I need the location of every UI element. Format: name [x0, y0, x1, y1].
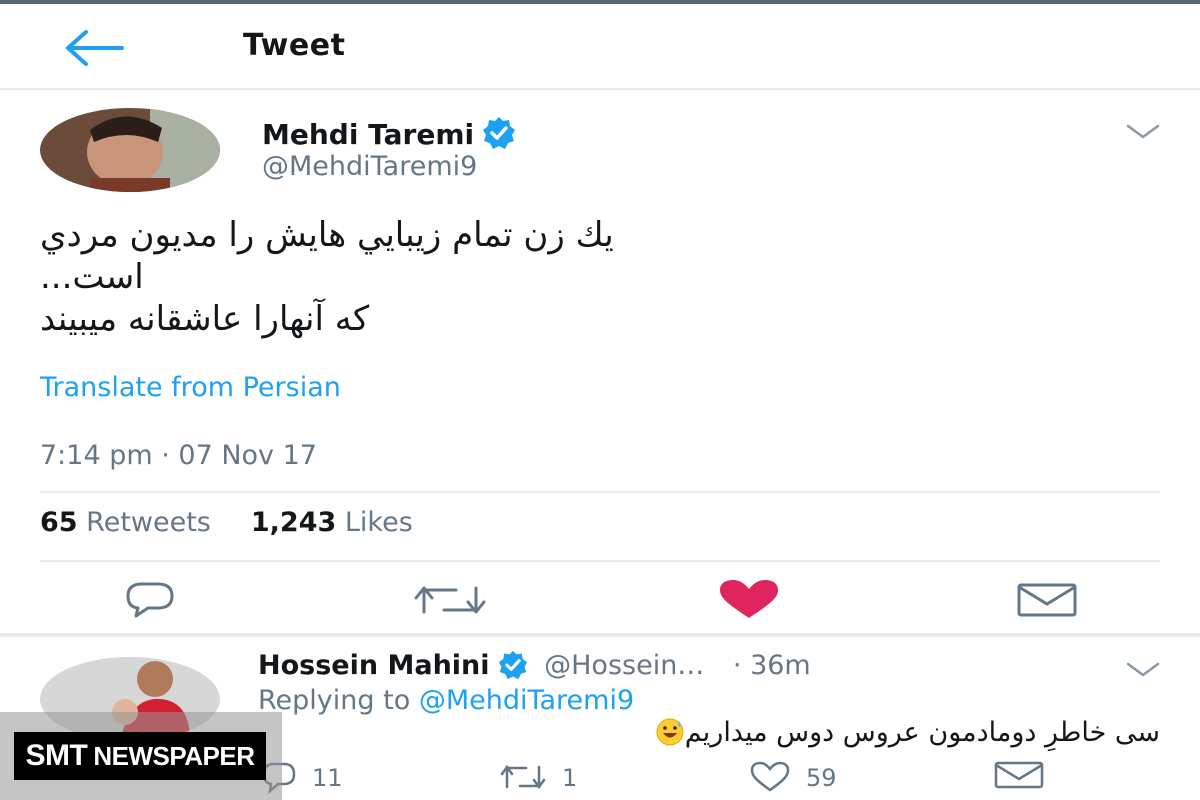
watermark: SMT NEWSPAPER [0, 712, 282, 800]
chevron-down-icon[interactable] [1125, 660, 1161, 680]
reply-retweet-button[interactable]: 1 [498, 760, 577, 796]
reply-text-body: سی خاطرِ دومادمون عروس دوس میداریم [684, 717, 1160, 748]
author-handle[interactable]: @MehdiTaremi9 [262, 151, 477, 182]
reply-time: · 36m [732, 650, 811, 681]
reply-header: Hossein Mahini @Hossein… · 36m [258, 650, 811, 681]
tweet-text-line: است... [40, 257, 144, 297]
retweet-icon[interactable] [410, 580, 490, 620]
retweets-count: 65 [40, 507, 78, 538]
reply-count: 11 [312, 764, 343, 792]
replying-to: Replying to @MehdiTaremi9 [258, 685, 634, 716]
retweets-stat[interactable]: 65 Retweets [40, 507, 211, 538]
likes-stat[interactable]: 1,243 Likes [251, 507, 413, 538]
likes-label: Likes [344, 507, 413, 538]
divider [0, 633, 1200, 637]
reply-dm-button[interactable] [992, 760, 1046, 796]
author-avatar[interactable] [40, 108, 220, 192]
author-name[interactable]: Mehdi Taremi [262, 116, 516, 151]
mail-icon [994, 761, 1044, 789]
watermark-small-text: NEWSPAPER [93, 740, 255, 771]
reply-icon[interactable] [118, 580, 182, 620]
reply-action-bar: 11 1 59 [258, 760, 1158, 796]
verified-badge-icon [498, 650, 527, 680]
app-header: Tweet [0, 4, 1200, 90]
retweets-label: Retweets [86, 507, 211, 538]
reply-retweet-count: 1 [562, 764, 578, 792]
verified-badge-icon [483, 117, 516, 149]
tweet-stats: 65 Retweets 1,243 Likes [40, 507, 413, 538]
replying-mention[interactable]: @MehdiTaremi9 [419, 685, 634, 716]
reply-text: سی خاطرِ دومادمون عروس دوس میداریم [350, 717, 1160, 748]
likes-count: 1,243 [250, 507, 337, 538]
mail-icon[interactable] [1015, 582, 1079, 618]
heart-icon[interactable] [716, 580, 782, 620]
reply-author-name[interactable]: Hossein Mahini [258, 650, 490, 681]
divider [40, 491, 1160, 493]
reply-author-handle[interactable]: @Hossein… [544, 650, 704, 681]
tweet-timestamp: 7:14 pm · 07 Nov 17 [40, 440, 317, 471]
chevron-down-icon[interactable] [1125, 122, 1161, 142]
retweet-icon [500, 764, 546, 790]
translate-link[interactable]: Translate from Persian [40, 372, 341, 403]
heart-outline-icon [750, 761, 790, 792]
divider [40, 560, 1160, 562]
author-name-text: Mehdi Taremi [262, 118, 475, 151]
watermark-big-text: SMT [25, 739, 88, 772]
avatar-photo-icon [40, 108, 220, 192]
tweet-text-line: که آنهارا عاشقانه میبیند [40, 299, 370, 339]
watermark-logo: SMT NEWSPAPER [14, 732, 266, 780]
grinning-sweat-emoji-icon [656, 718, 684, 746]
reply-like-count: 59 [806, 764, 837, 792]
tweet-text: يك زن تمام زيبايي هايش را مديون مردي است… [40, 214, 1120, 340]
page-title: Tweet [243, 28, 346, 63]
arrow-left-icon[interactable] [64, 28, 126, 68]
tweet-text-line: يك زن تمام زيبايي هايش را مديون مردي [40, 215, 614, 255]
reply-like-button[interactable]: 59 [748, 760, 837, 796]
